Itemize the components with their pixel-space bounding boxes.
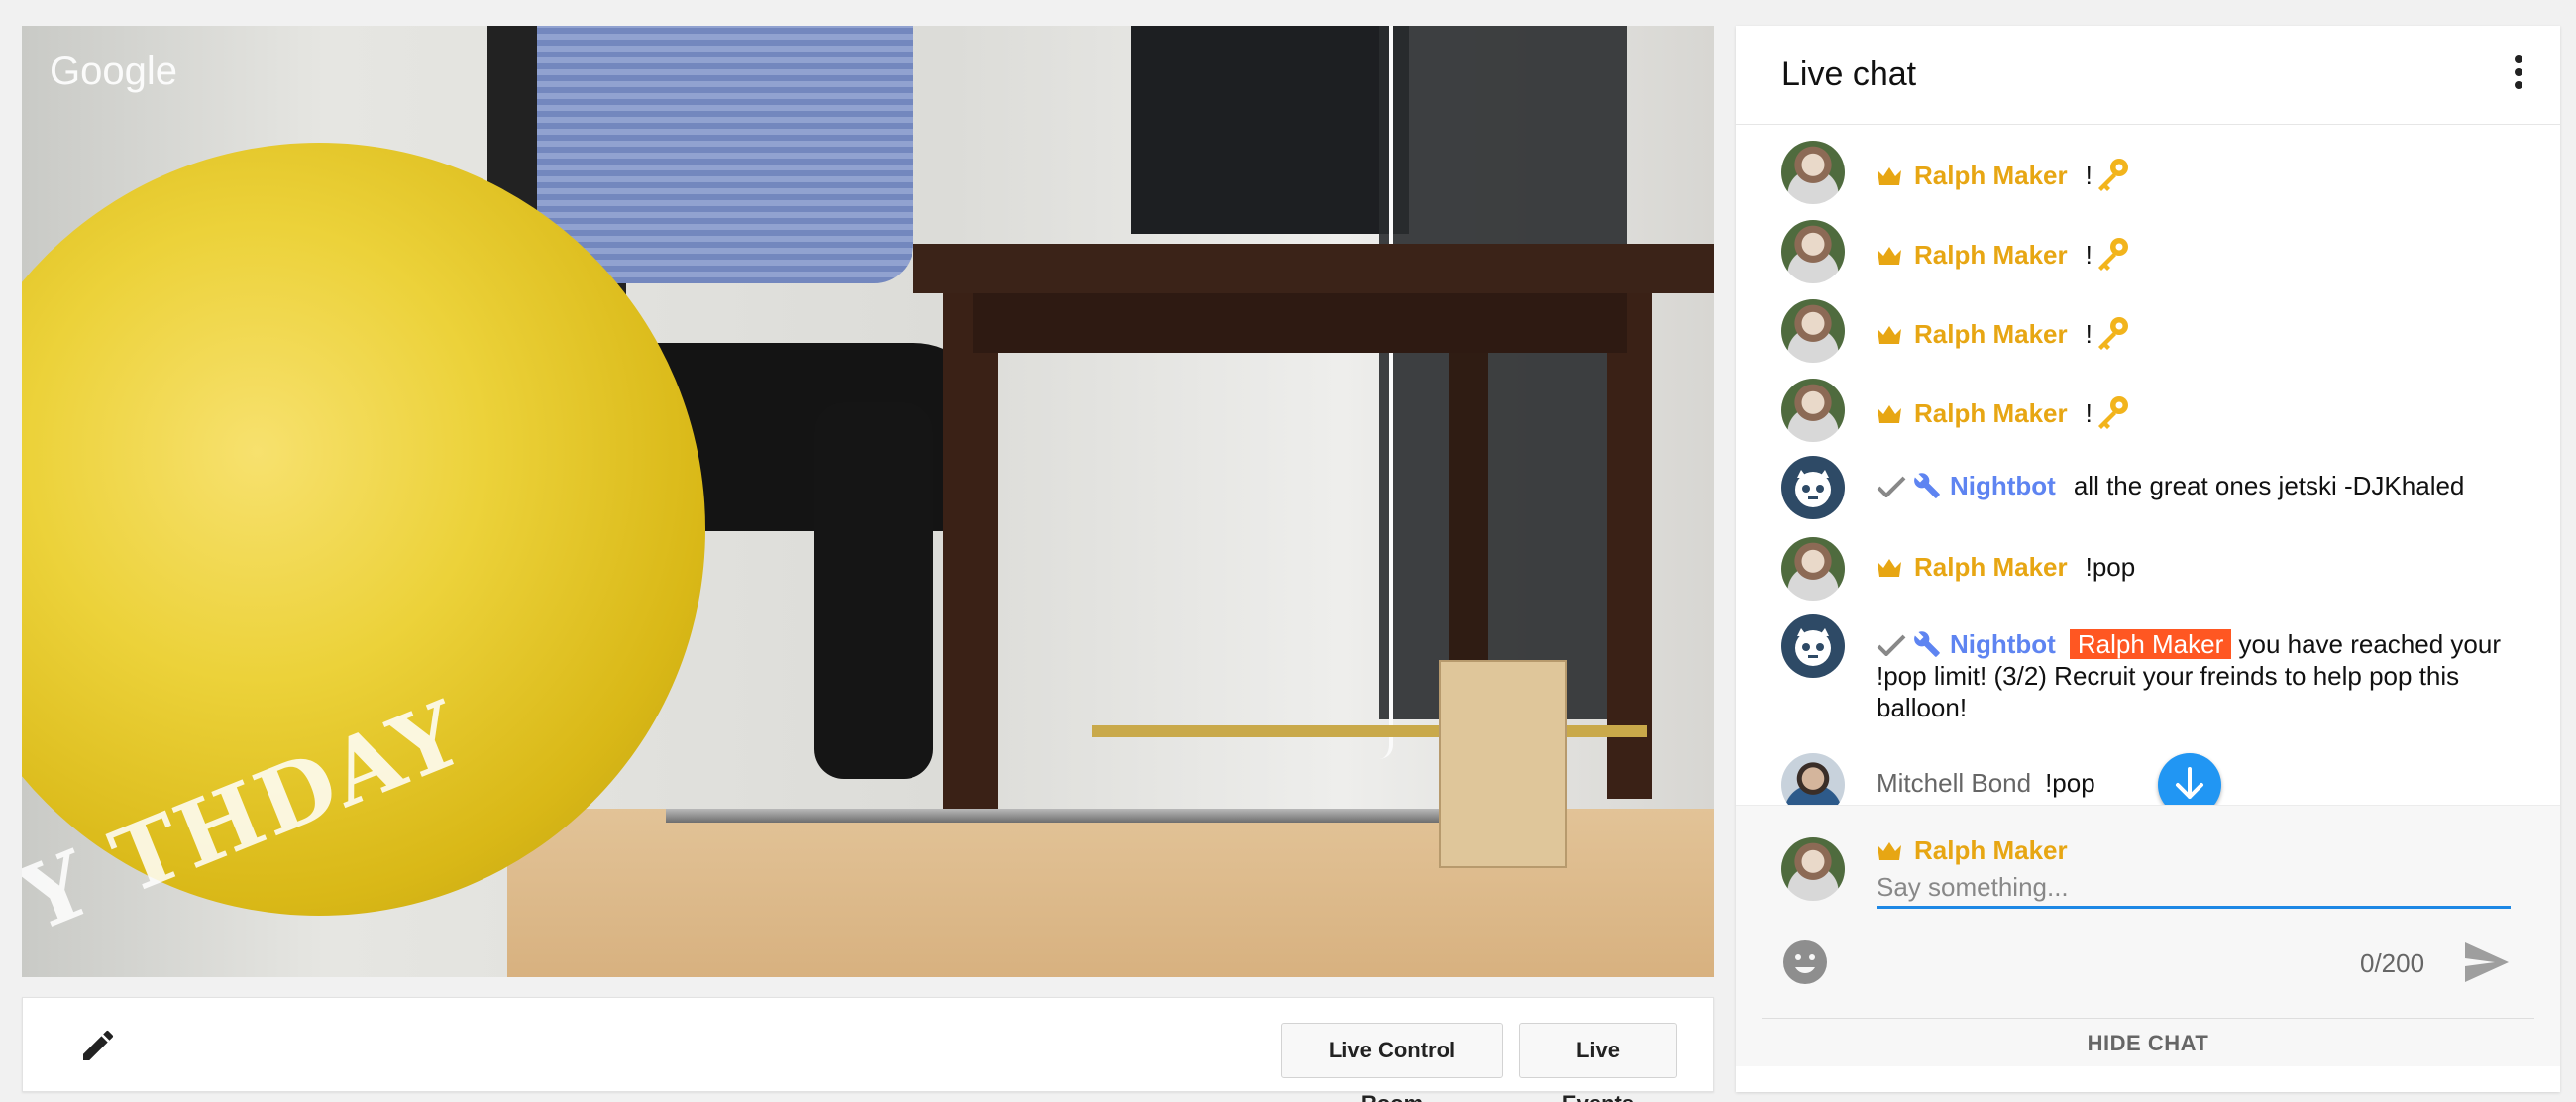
chat-message-line: Ralph Maker! <box>1877 155 2132 194</box>
key-icon <box>2097 159 2128 191</box>
google-logo: Google <box>50 50 177 93</box>
chat-author[interactable]: Ralph Maker <box>1914 240 2068 270</box>
compose-author: Ralph Maker <box>1877 835 2068 866</box>
stream-toolbar: Live Control Room Live Events <box>22 997 1714 1102</box>
chat-text: ! <box>2085 240 2093 270</box>
live-control-room-button[interactable]: Live Control Room <box>1281 1023 1503 1102</box>
crown-icon <box>1878 167 1901 185</box>
avatar[interactable] <box>1781 537 1845 601</box>
video-person <box>537 26 913 283</box>
video-speaker <box>1379 26 1627 719</box>
chat-text: ! <box>2085 398 2093 428</box>
crown-icon <box>1878 326 1901 344</box>
chat-author[interactable]: Ralph Maker <box>1914 398 2068 428</box>
emoji-icon[interactable] <box>1781 938 1829 986</box>
crown-icon <box>1878 842 1901 860</box>
video-threaded-rod <box>666 809 1478 823</box>
chat-author[interactable]: Ralph Maker <box>1914 319 2068 349</box>
avatar[interactable] <box>1781 614 1845 678</box>
key-icon <box>2097 396 2128 429</box>
more-vert-icon[interactable] <box>2513 55 2524 95</box>
video-cable <box>1379 26 1393 759</box>
video-monitor <box>1131 26 1409 234</box>
chat-input[interactable] <box>1877 869 2511 909</box>
video-table-leg <box>943 283 998 838</box>
crown-icon <box>1878 405 1901 423</box>
key-icon <box>2097 238 2128 271</box>
compose-author-name: Ralph Maker <box>1914 835 2068 865</box>
wrench-icon <box>1914 473 1940 498</box>
crown-icon <box>1878 247 1901 265</box>
video-wood-block <box>1439 660 1567 868</box>
avatar[interactable] <box>1781 456 1845 519</box>
chat-message-line: Nightbot all the great ones jetski -DJKha… <box>1877 470 2464 501</box>
avatar <box>1781 837 1845 901</box>
key-icon <box>2097 317 2128 350</box>
chat-message-line: Ralph Maker! <box>1877 313 2132 353</box>
chat-text: ! <box>2085 319 2093 349</box>
avatar[interactable] <box>1781 220 1845 283</box>
avatar[interactable] <box>1781 299 1845 363</box>
nightbot-icon <box>1795 628 1831 666</box>
chat-text: all the great ones jetski -DJKhaled <box>2073 471 2465 500</box>
crown-icon <box>1878 559 1901 577</box>
avatar[interactable] <box>1781 141 1845 204</box>
chat-author[interactable]: Mitchell Bond <box>1877 768 2031 798</box>
check-icon <box>1877 634 1906 656</box>
chat-message-line: Ralph Maker !pop <box>1877 551 2135 583</box>
chat-message-line: Mitchell Bond !pop <box>1877 767 2095 799</box>
chat-text: !pop <box>2045 768 2095 798</box>
video-table-apron <box>973 293 1627 353</box>
chat-title: Live chat <box>1781 55 1917 93</box>
hide-chat-button[interactable]: HIDE CHAT <box>1762 1018 2534 1067</box>
char-counter: 0/200 <box>2360 948 2425 978</box>
video-person-shin <box>814 402 933 779</box>
video-table-leg <box>1607 283 1652 799</box>
video-player[interactable]: PY THDAY Google <box>22 26 1714 977</box>
chat-text: ! <box>2085 161 2093 190</box>
video-table-top <box>913 244 1714 293</box>
nightbot-icon <box>1795 470 1831 507</box>
mention-chip: Ralph Maker <box>2069 629 2232 659</box>
live-events-button[interactable]: Live Events <box>1519 1023 1677 1102</box>
chat-text: !pop <box>2085 552 2136 582</box>
chat-message-line: Ralph Maker! <box>1877 234 2132 274</box>
chat-author[interactable]: Nightbot <box>1950 471 2056 500</box>
check-icon <box>1877 476 1906 497</box>
chat-compose: Ralph Maker 0/200 HIDE CHAT <box>1736 805 2560 1066</box>
send-icon[interactable] <box>2463 940 2511 984</box>
chat-author[interactable]: Ralph Maker <box>1914 161 2068 190</box>
chat-message-line: Nightbot Ralph Maker you have reached you… <box>1877 628 2521 723</box>
chat-author[interactable]: Nightbot <box>1950 629 2056 659</box>
chat-header: Live chat <box>1736 26 2560 125</box>
avatar[interactable] <box>1781 379 1845 442</box>
edit-icon[interactable] <box>78 1026 118 1065</box>
wrench-icon <box>1914 631 1940 657</box>
live-chat-panel: Live chat Ralph Maker! Ralph Maker! Ralp… <box>1736 26 2560 1092</box>
chat-message-line: Ralph Maker! <box>1877 392 2132 432</box>
chat-author[interactable]: Ralph Maker <box>1914 552 2068 582</box>
